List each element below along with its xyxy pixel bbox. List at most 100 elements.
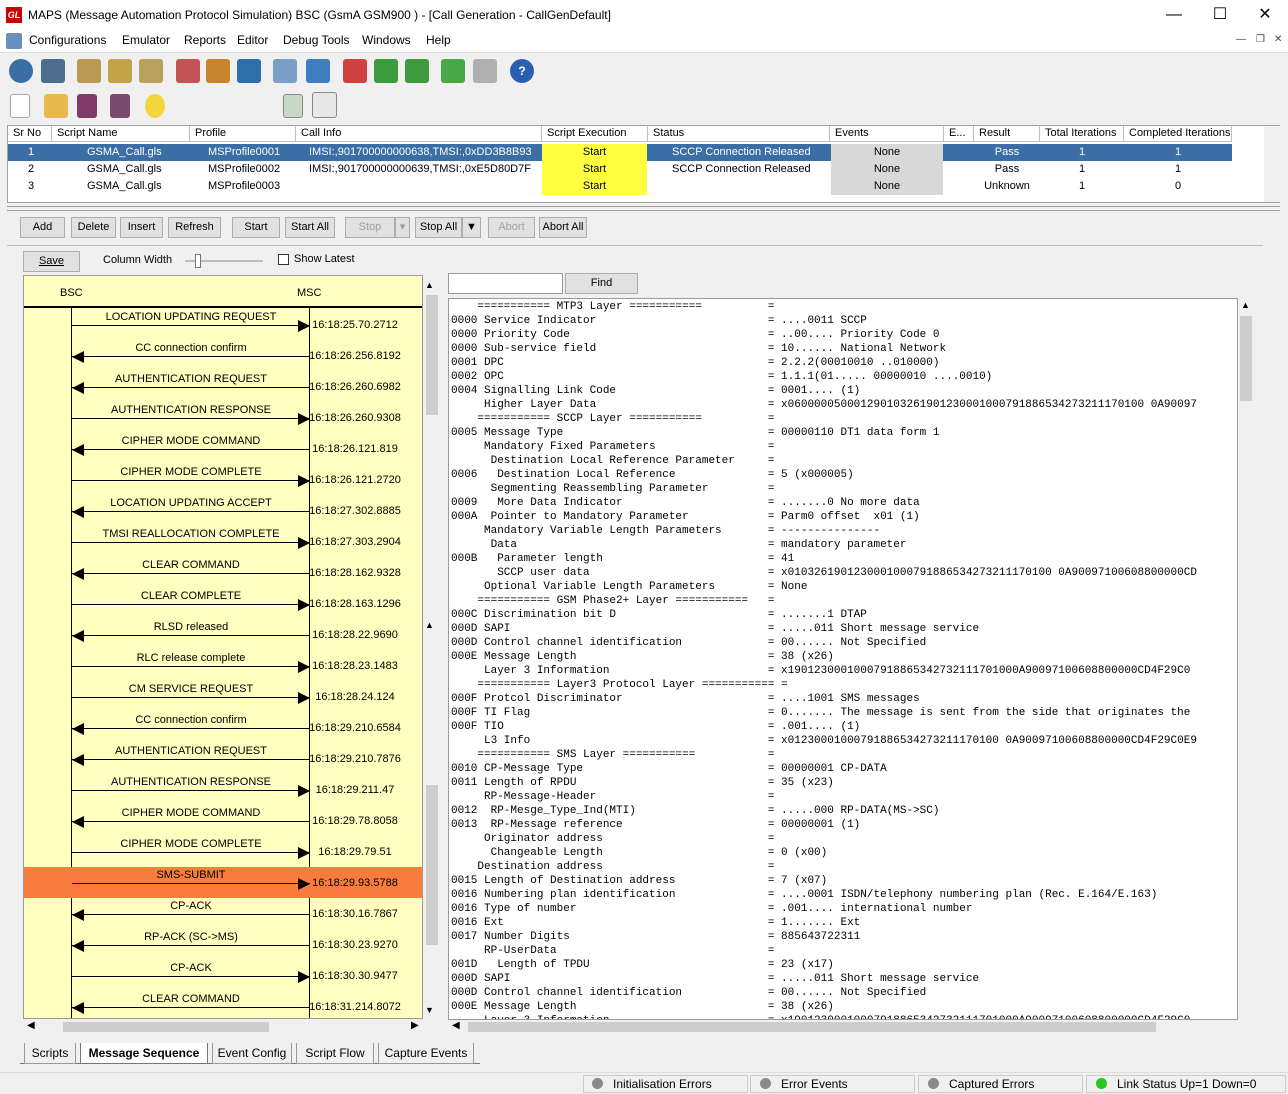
scroll-mid-up-icon[interactable]: ▲: [425, 620, 434, 630]
sequence-vscrollbar[interactable]: ▲ ▲ ▼: [424, 275, 440, 1019]
sequence-message-row[interactable]: RLSD released 16:18:28.22.9690: [24, 619, 422, 650]
tools-icon[interactable]: [306, 59, 330, 83]
mdi-restore-icon[interactable]: ❐: [1256, 34, 1265, 45]
col-header-completed-iterations[interactable]: Completed Iterations: [1124, 126, 1232, 142]
start-button[interactable]: Start: [542, 144, 647, 161]
start-button[interactable]: Start: [542, 161, 647, 178]
sequence-message-row[interactable]: CIPHER MODE COMMAND 16:18:26.121.819: [24, 433, 422, 464]
scroll-thumb-2[interactable]: [426, 785, 438, 945]
col-header-script-name[interactable]: Script Name: [52, 126, 190, 142]
new-file-icon[interactable]: [10, 94, 30, 118]
tab-message-sequence[interactable]: Message Sequence: [80, 1043, 208, 1064]
sequence-message-row[interactable]: CIPHER MODE COMPLETE 16:18:29.79.51: [24, 836, 422, 867]
sequence-message-row[interactable]: RP-ACK (SC->MS) 16:18:30.23.9270: [24, 929, 422, 960]
events-button[interactable]: None: [831, 178, 943, 195]
sequence-message-row[interactable]: CC connection confirm 16:18:26.256.8192: [24, 340, 422, 371]
sequence-message-row[interactable]: CP-ACK 16:18:30.30.9477: [24, 960, 422, 991]
start-all-scripts-button[interactable]: Start: [232, 217, 280, 238]
events-button[interactable]: None: [831, 144, 943, 161]
sequence-message-row[interactable]: CLEAR COMPLETE 16:18:28.163.1296: [24, 588, 422, 619]
sequence-message-row[interactable]: AUTHENTICATION REQUEST 16:18:26.260.6982: [24, 371, 422, 402]
user-config-icon[interactable]: [237, 59, 261, 83]
gears-config-icon[interactable]: [139, 59, 163, 83]
stop-all-button[interactable]: Stop All: [415, 217, 462, 238]
tab-event-config[interactable]: Event Config: [212, 1043, 292, 1064]
menu-debug-tools[interactable]: Debug Tools: [283, 33, 350, 47]
col-header-events[interactable]: Events: [830, 126, 944, 142]
refresh-button[interactable]: Refresh: [168, 217, 221, 238]
tab-scripts[interactable]: Scripts: [24, 1043, 76, 1064]
decode-scroll-thumb[interactable]: [1240, 316, 1252, 401]
abort-all-button[interactable]: Abort All: [539, 217, 587, 238]
edit-pencil-icon[interactable]: [273, 59, 297, 83]
decode-hscrollbar[interactable]: ◀: [448, 1020, 1238, 1034]
menu-configurations[interactable]: Configurations: [29, 33, 106, 47]
layout-vertical-icon[interactable]: [283, 94, 303, 118]
delete-button[interactable]: Delete: [71, 217, 116, 238]
menu-help[interactable]: Help: [426, 33, 451, 47]
hscroll-right-icon[interactable]: ▶: [411, 1020, 419, 1031]
scroll-up-icon[interactable]: ▲: [425, 280, 434, 290]
scroll-thumb[interactable]: [426, 295, 438, 415]
scroll-down-icon[interactable]: ▼: [425, 1005, 434, 1015]
tree-layout-icon[interactable]: [312, 92, 337, 118]
find-input[interactable]: [448, 273, 563, 294]
report-green-p-icon[interactable]: [405, 59, 429, 83]
sequence-message-row[interactable]: CIPHER MODE COMPLETE 16:18:26.121.2720: [24, 464, 422, 495]
minimize-icon[interactable]: —: [1151, 0, 1197, 30]
maximize-icon[interactable]: ☐: [1197, 0, 1243, 30]
col-header-result[interactable]: Result: [974, 126, 1040, 142]
open-folder-icon[interactable]: [44, 94, 68, 118]
report-red-icon[interactable]: [343, 59, 367, 83]
mdi-close-icon[interactable]: ✕: [1274, 34, 1282, 45]
close-icon[interactable]: ✕: [1242, 0, 1288, 30]
show-latest-checkbox[interactable]: [278, 254, 289, 265]
briefcase-icon[interactable]: [206, 59, 230, 83]
find-button[interactable]: Find: [565, 273, 638, 294]
sequence-message-row[interactable]: LOCATION UPDATING ACCEPT 16:18:27.302.888…: [24, 495, 422, 526]
sequence-message-row[interactable]: CLEAR COMMAND 16:18:28.162.9328: [24, 557, 422, 588]
start-button[interactable]: Start: [542, 178, 647, 195]
lightbulb-icon[interactable]: [145, 94, 165, 118]
save-button[interactable]: Save: [23, 251, 80, 272]
gears-icon[interactable]: [108, 59, 132, 83]
menu-editor[interactable]: Editor: [237, 33, 268, 47]
hscroll-left-icon[interactable]: ◀: [27, 1020, 35, 1031]
sequence-message-row[interactable]: CM SERVICE REQUEST 16:18:28.24.124: [24, 681, 422, 712]
sequence-message-row[interactable]: CLEAR COMMAND 16:18:31.214.8072: [24, 991, 422, 1018]
app-menu-icon[interactable]: [6, 33, 22, 49]
help-icon[interactable]: ?: [510, 59, 534, 83]
sequence-message-row[interactable]: CIPHER MODE COMMAND 16:18:29.78.8058: [24, 805, 422, 836]
col-header-sr-no[interactable]: Sr No: [8, 126, 52, 142]
report-green-c-icon[interactable]: [374, 59, 398, 83]
link-disabled-icon[interactable]: [473, 59, 497, 83]
hscroll-thumb[interactable]: [63, 1022, 269, 1032]
sequence-message-row[interactable]: CP-ACK 16:18:30.16.7867: [24, 898, 422, 929]
splitter[interactable]: [7, 206, 1280, 211]
stop-button[interactable]: Stop: [345, 217, 395, 238]
events-button[interactable]: None: [831, 161, 943, 178]
mdi-minimize-icon[interactable]: —: [1236, 34, 1246, 45]
stop-all-dropdown-icon[interactable]: ▼: [462, 217, 481, 238]
start-all-button[interactable]: Start All: [285, 217, 335, 238]
col-header-script-execution[interactable]: Script Execution: [542, 126, 648, 142]
sequence-message-row[interactable]: AUTHENTICATION RESPONSE 16:18:26.260.9308: [24, 402, 422, 433]
slider-thumb[interactable]: [195, 254, 201, 268]
col-header-call-info[interactable]: Call Info: [296, 126, 542, 142]
table-row[interactable]: 2 GSMA_Call.gls MSProfile0002 IMSI:,9017…: [8, 161, 1232, 178]
grid-scrollbar[interactable]: [1264, 126, 1280, 202]
profile-books-icon[interactable]: [176, 59, 200, 83]
sequence-message-row[interactable]: SMS-SUBMIT 16:18:29.93.5788: [24, 867, 422, 898]
abort-button[interactable]: Abort: [488, 217, 535, 238]
col-header-status[interactable]: Status: [648, 126, 830, 142]
menu-reports[interactable]: Reports: [184, 33, 226, 47]
stop-dropdown-icon[interactable]: ▾: [395, 217, 410, 238]
save-all-icon[interactable]: [110, 94, 130, 118]
link-up-icon[interactable]: [441, 59, 465, 83]
sequence-message-row[interactable]: LOCATION UPDATING REQUEST 16:18:25.70.271…: [24, 309, 422, 340]
table-row[interactable]: 1 GSMA_Call.gls MSProfile0001 IMSI:,9017…: [8, 144, 1232, 161]
menu-windows[interactable]: Windows: [362, 33, 411, 47]
sequence-message-row[interactable]: AUTHENTICATION RESPONSE 16:18:29.211.47: [24, 774, 422, 805]
settings-gear-icon[interactable]: [9, 59, 33, 83]
tab-script-flow[interactable]: Script Flow: [296, 1043, 374, 1064]
